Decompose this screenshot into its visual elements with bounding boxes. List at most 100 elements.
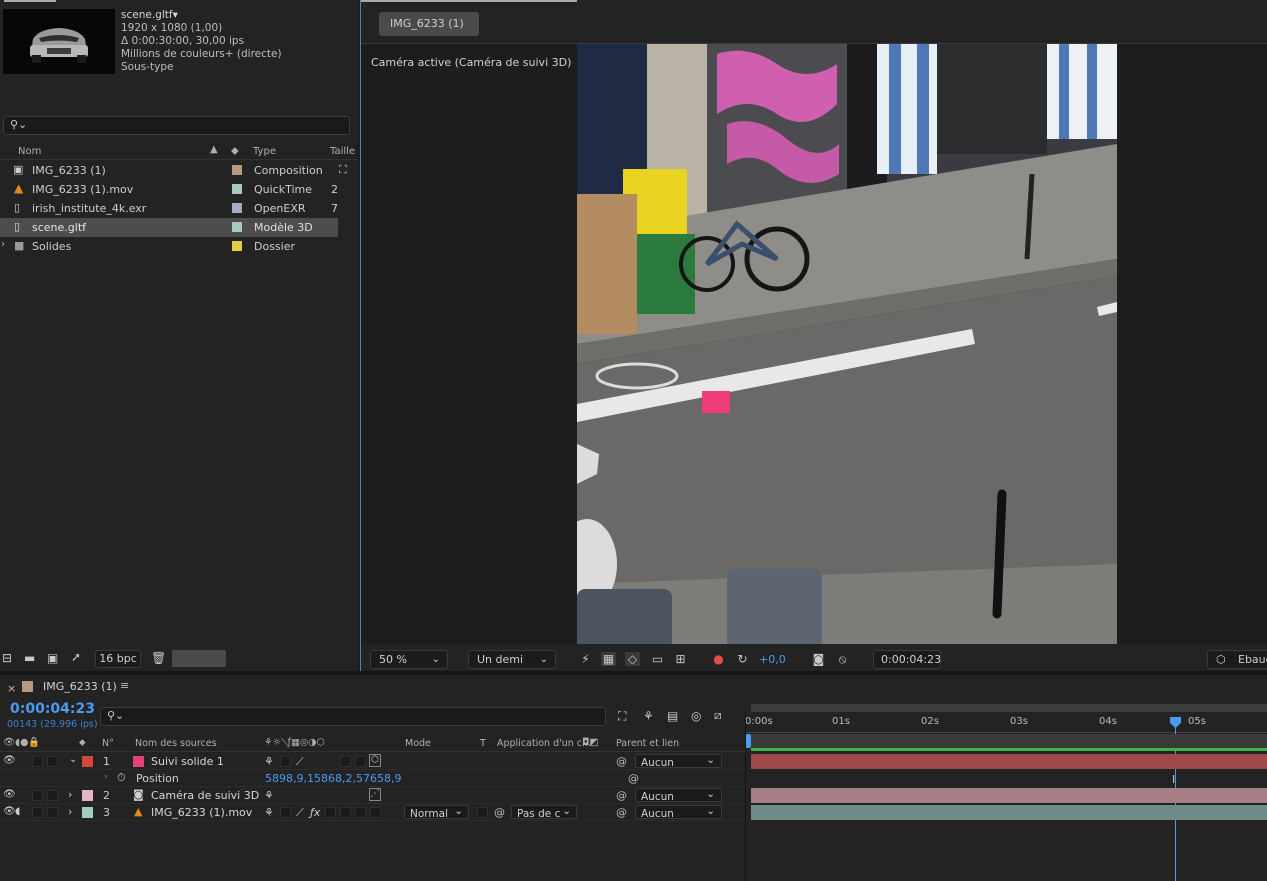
- shy-icon[interactable]: ⚘: [264, 755, 274, 768]
- chevron-down-icon[interactable]: ⌄: [69, 754, 77, 765]
- solo-toggle[interactable]: [32, 807, 43, 818]
- layer-name[interactable]: IMG_6233 (1).mov: [151, 806, 252, 819]
- label-swatch[interactable]: [232, 241, 242, 251]
- label-swatch[interactable]: [232, 184, 242, 194]
- pick-whip-icon[interactable]: @: [616, 789, 627, 802]
- new-composition-icon[interactable]: ▣: [47, 651, 58, 665]
- blend-mode-dropdown[interactable]: Normal ⌄: [404, 805, 469, 820]
- composition-view-area[interactable]: Caméra active (Caméra de suivi 3D): [361, 43, 1267, 644]
- current-time-field[interactable]: 0:00:04:23: [873, 650, 941, 669]
- layer-bar-2[interactable]: [751, 788, 1267, 803]
- switch-box[interactable]: [370, 807, 381, 818]
- switch-box[interactable]: [355, 807, 366, 818]
- thumbnail-transparency-toggle[interactable]: [172, 650, 226, 667]
- switch-box[interactable]: [340, 756, 351, 767]
- reset-exposure-icon[interactable]: ↻: [735, 652, 750, 666]
- stopwatch-icon[interactable]: ⏱: [117, 771, 126, 785]
- project-item-openexr[interactable]: ▯ irish_institute_4k.exr OpenEXR 7: [0, 199, 338, 218]
- quality-slash-icon[interactable]: ⟋: [296, 806, 304, 820]
- position-property-row[interactable]: › ⏱ Position 5898,9,15868,2,57658,9 @: [0, 770, 745, 787]
- guides-icon[interactable]: ⊞: [673, 652, 688, 666]
- column-number[interactable]: N°: [102, 738, 114, 749]
- visibility-eye-icon[interactable]: 👁: [3, 806, 16, 817]
- layer-bar-1[interactable]: [751, 754, 1267, 769]
- frame-blending-icon[interactable]: ▤: [667, 709, 678, 723]
- timeline-divider[interactable]: [745, 710, 746, 881]
- snapshot-camera-icon[interactable]: ◙: [811, 652, 826, 666]
- 3d-layer-icon[interactable]: ⋰: [369, 788, 381, 801]
- timeline-current-time[interactable]: 0:00:04:23: [10, 701, 95, 717]
- solo-toggle[interactable]: [32, 790, 43, 801]
- region-of-interest-icon[interactable]: ▭: [650, 652, 665, 666]
- column-size[interactable]: Taille: [330, 146, 355, 157]
- motion-blur-icon[interactable]: ◎: [691, 709, 701, 723]
- column-track-matte[interactable]: Application d'un c...: [497, 738, 591, 749]
- graph-editor-icon[interactable]: ⧄: [714, 708, 722, 723]
- footage-name-dropdown[interactable]: scene.gltf▾: [121, 9, 282, 22]
- layer-label-color[interactable]: [82, 807, 93, 818]
- show-snapshot-icon[interactable]: ⦸: [835, 652, 850, 666]
- switch-box[interactable]: [355, 756, 366, 767]
- parent-dropdown[interactable]: Aucun ⌄: [635, 754, 722, 769]
- composition-frame[interactable]: [577, 44, 1117, 644]
- chevron-right-icon[interactable]: ›: [68, 805, 72, 818]
- column-name[interactable]: Nom: [18, 146, 41, 157]
- switch-box[interactable]: [340, 807, 351, 818]
- position-value[interactable]: 5898,9,15868,2,57658,9: [265, 772, 401, 785]
- layer-bar-3[interactable]: [751, 805, 1267, 820]
- lock-toggle[interactable]: [47, 756, 58, 767]
- renderer-dropdown[interactable]: ⬡ Ebauc: [1207, 650, 1267, 669]
- close-icon[interactable]: ×: [7, 682, 16, 695]
- new-folder-icon[interactable]: ▬: [24, 651, 35, 665]
- chevron-right-icon[interactable]: ›: [1, 239, 5, 250]
- solo-toggle[interactable]: [32, 756, 43, 767]
- color-channels-icon[interactable]: ●: [711, 652, 726, 666]
- expression-pick-whip-icon[interactable]: @: [628, 772, 639, 785]
- timeline-tab-label[interactable]: IMG_6233 (1): [43, 680, 117, 693]
- fast-previews-icon[interactable]: ⚡: [578, 652, 593, 666]
- audio-speaker-icon[interactable]: ◖: [15, 806, 20, 817]
- label-swatch[interactable]: [232, 222, 242, 232]
- composition-flowchart-icon[interactable]: ⛶: [618, 709, 626, 724]
- layer-row-3[interactable]: 👁 ◖ › 3 ▲ IMG_6233 (1).mov ⚘ ⟋ ƒx Normal…: [0, 804, 745, 821]
- trash-icon[interactable]: 🗑: [151, 651, 166, 665]
- project-search-input[interactable]: ⚲⌄: [3, 116, 350, 135]
- parent-dropdown[interactable]: Aucun ⌄: [635, 805, 722, 820]
- composition-tab[interactable]: IMG_6233 (1): [379, 12, 479, 36]
- sort-ascending-icon[interactable]: ▲: [210, 144, 218, 155]
- column-type[interactable]: Type: [253, 146, 276, 157]
- label-swatch[interactable]: [232, 203, 242, 213]
- layer-row-2[interactable]: 👁 › 2 ◙ Caméra de suivi 3D ⚘ ⋰ @ Aucun ⌄: [0, 787, 745, 804]
- interpret-footage-icon[interactable]: ⊟: [2, 651, 12, 665]
- 3d-layer-icon[interactable]: ⬡: [369, 754, 381, 767]
- layer-row-1[interactable]: 👁 ⌄ 1 Suivi solide 1 ⚘ ⟋ ⬡ @ Aucun ⌄: [0, 753, 745, 770]
- preserve-transparency-toggle[interactable]: [477, 807, 488, 818]
- timeline-search-input[interactable]: ⚲⌄: [100, 707, 606, 726]
- column-t[interactable]: T: [480, 738, 486, 749]
- shy-layers-icon[interactable]: ⚘: [643, 709, 654, 723]
- label-swatch[interactable]: [232, 165, 242, 175]
- render-rocket-icon[interactable]: ➚: [71, 650, 81, 664]
- layer-label-color[interactable]: [82, 756, 93, 767]
- project-folder-solides[interactable]: › ■ Solides Dossier: [0, 237, 338, 256]
- column-mode[interactable]: Mode: [405, 738, 431, 749]
- track-matte-dropdown[interactable]: Pas de c ⌄: [511, 805, 577, 820]
- label-tag-icon[interactable]: ⬥: [231, 144, 239, 158]
- project-item-composition[interactable]: ▣ IMG_6233 (1) Composition ⛶: [0, 161, 347, 180]
- shy-icon[interactable]: ⚘: [264, 806, 274, 819]
- visibility-eye-icon[interactable]: 👁: [3, 789, 16, 800]
- flowchart-icon[interactable]: ⛶: [339, 163, 347, 177]
- matte-pick-whip-icon[interactable]: @: [494, 806, 505, 819]
- layer-name[interactable]: Caméra de suivi 3D: [151, 789, 259, 802]
- pick-whip-icon[interactable]: @: [616, 806, 627, 819]
- layer-name[interactable]: Suivi solide 1: [151, 755, 224, 768]
- layer-label-color[interactable]: [82, 790, 93, 801]
- shy-icon[interactable]: ⚘: [264, 789, 274, 802]
- panel-menu-icon[interactable]: ≡: [120, 679, 129, 692]
- visibility-eye-icon[interactable]: 👁: [3, 755, 16, 766]
- project-item-scene-gltf[interactable]: ▯ scene.gltf Modèle 3D: [0, 218, 338, 237]
- switch-box[interactable]: [280, 807, 291, 818]
- lock-toggle[interactable]: [47, 807, 58, 818]
- project-item-quicktime[interactable]: ▲ IMG_6233 (1).mov QuickTime 2: [0, 180, 338, 199]
- mask-path-visibility-icon[interactable]: ◇: [625, 652, 640, 666]
